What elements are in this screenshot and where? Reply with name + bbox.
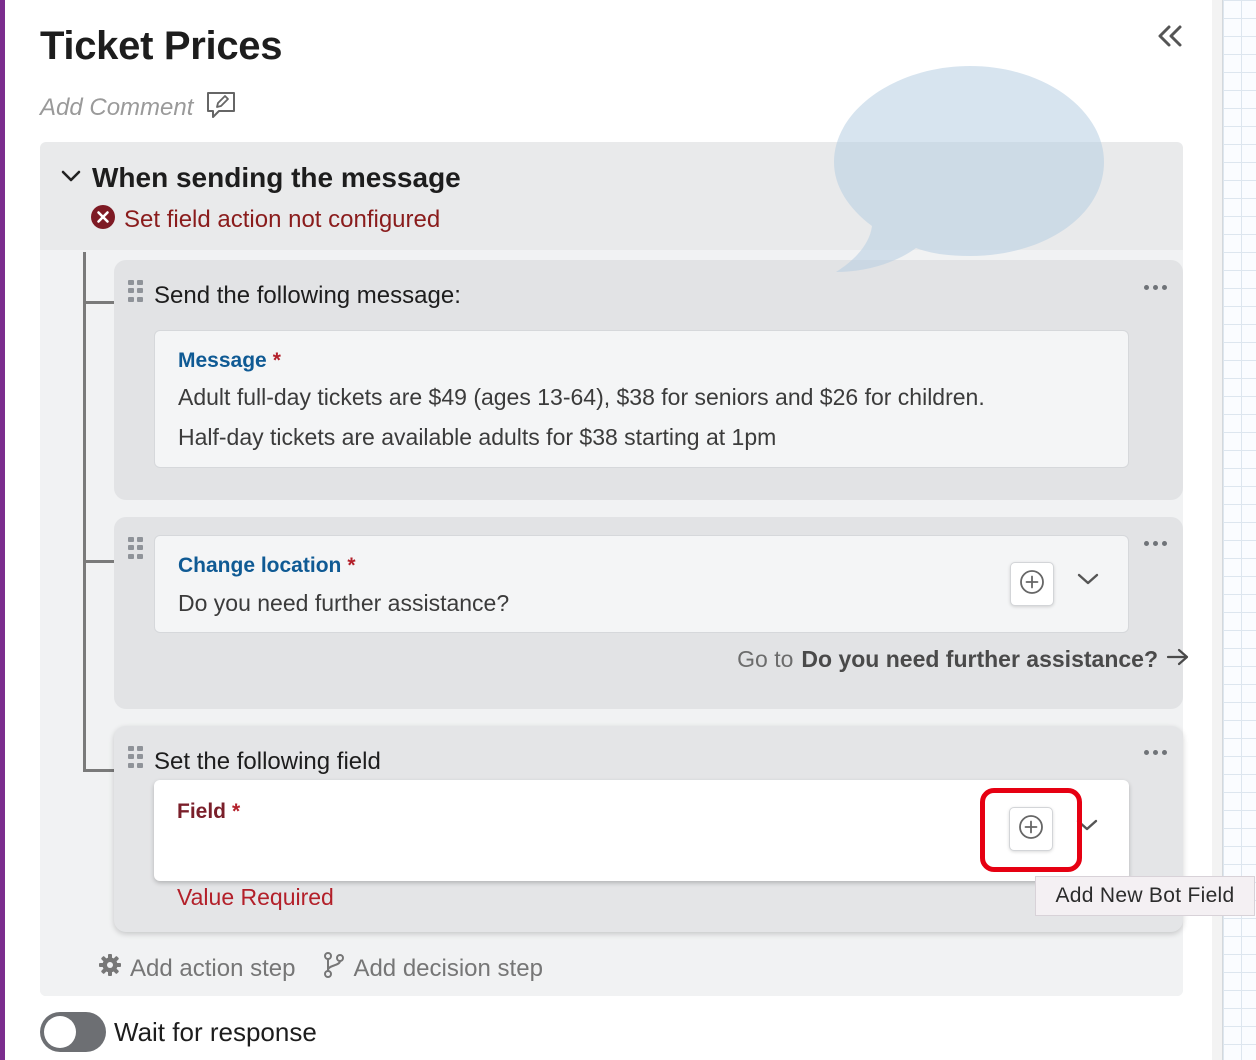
chevron-down-icon: [1076, 571, 1100, 592]
add-action-step-label: Add action step: [130, 954, 296, 982]
page-title: Ticket Prices: [40, 24, 283, 68]
message-line: Half-day tickets are available adults fo…: [178, 424, 777, 450]
drag-handle-icon[interactable]: [128, 746, 146, 768]
wait-for-response-toggle[interactable]: [40, 1012, 106, 1052]
error-circle-icon: [90, 204, 116, 235]
trigger-title: When sending the message: [92, 162, 461, 193]
gear-icon: [98, 953, 122, 984]
collapse-panel-button[interactable]: [1150, 20, 1190, 56]
step-send-message[interactable]: Send the following message: Message * Adu…: [114, 260, 1183, 500]
chevron-down-icon: [60, 168, 82, 189]
add-button[interactable]: [1010, 562, 1054, 606]
add-comment-link[interactable]: Add Comment: [40, 90, 237, 125]
left-edge-stripe: [0, 0, 5, 1060]
arrow-right-icon: [1166, 646, 1190, 673]
branch-icon: [323, 952, 345, 985]
goto-link[interactable]: Go to Do you need further assistance?: [737, 646, 1190, 673]
message-field[interactable]: Message * Adult full-day tickets are $49 …: [154, 330, 1129, 468]
change-location-value: Do you need further assistance?: [178, 590, 510, 616]
tooltip: Add New Bot Field: [1035, 876, 1255, 916]
validation-message: Value Required: [177, 884, 334, 910]
trigger-error-text: Set field action not configured: [124, 205, 441, 233]
goto-target: Do you need further assistance?: [801, 646, 1158, 672]
add-decision-step-button[interactable]: Add decision step: [323, 952, 543, 985]
goto-prefix: Go to: [737, 646, 794, 672]
more-options-icon[interactable]: [1141, 538, 1169, 548]
add-comment-label: Add Comment: [40, 93, 194, 121]
wait-for-response-row: Wait for response: [40, 1012, 317, 1052]
message-label: Message *: [178, 349, 281, 372]
trigger-error-message: Set field action not configured: [90, 204, 440, 235]
tree-branch: [83, 301, 115, 304]
plus-circle-icon: [1019, 569, 1045, 600]
tree-branch: [83, 769, 115, 772]
toggle-knob: [44, 1016, 76, 1048]
double-chevron-left-icon: [1156, 24, 1184, 53]
wait-for-response-label: Wait for response: [114, 1016, 317, 1047]
step-title: Send the following message:: [154, 282, 461, 309]
add-action-step-button[interactable]: Add action step: [98, 953, 295, 984]
step-change-location[interactable]: Change location * Do you need further ass…: [114, 517, 1183, 709]
change-location-label: Change location *: [178, 554, 356, 577]
change-location-field[interactable]: Change location * Do you need further ass…: [154, 535, 1129, 633]
add-decision-step-label: Add decision step: [353, 954, 543, 982]
step-title: Set the following field: [154, 748, 381, 775]
tree-branch: [83, 560, 115, 563]
drag-handle-icon[interactable]: [128, 280, 146, 302]
add-step-actions: Add action step Add decision step: [98, 952, 543, 985]
required-marker: *: [347, 554, 356, 577]
more-options-icon[interactable]: [1141, 282, 1169, 292]
required-marker: *: [272, 349, 281, 372]
expand-dropdown-button[interactable]: [1073, 566, 1103, 596]
comment-edit-icon: [205, 90, 237, 125]
message-line: Adult full-day tickets are $49 (ages 13-…: [178, 384, 985, 410]
field-label: Field *: [177, 800, 241, 823]
highlight-annotation: [980, 788, 1082, 872]
required-marker: *: [232, 800, 241, 823]
tree-connector: [83, 252, 86, 772]
more-options-icon[interactable]: [1141, 747, 1169, 757]
drag-handle-icon[interactable]: [128, 537, 146, 559]
trigger-collapse-toggle[interactable]: When sending the message: [60, 162, 461, 194]
